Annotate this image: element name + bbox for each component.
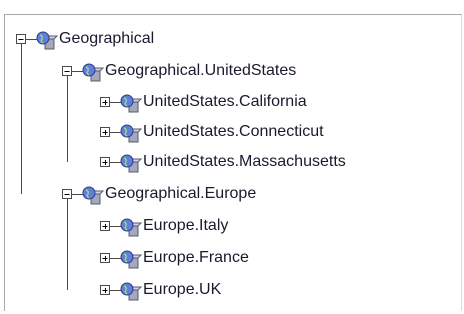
tree-node-label[interactable]: Geographical.Europe [105, 184, 256, 204]
hierarchy-tree[interactable]: Geographical Geographical.UnitedStates Uni… [0, 0, 464, 314]
expand-toggle[interactable] [100, 221, 110, 231]
expand-toggle[interactable] [100, 253, 110, 263]
expand-toggle[interactable] [100, 97, 110, 107]
collapse-toggle[interactable] [62, 189, 72, 199]
expand-toggle[interactable] [100, 285, 110, 295]
expand-toggle[interactable] [100, 127, 110, 137]
expand-toggle[interactable] [100, 157, 110, 167]
globe-folder-icon [120, 124, 143, 143]
tree-node-label[interactable]: Geographical [59, 29, 154, 49]
tree-node-label[interactable]: UnitedStates.Connecticut [143, 122, 324, 142]
tree-node-label[interactable]: Europe.Italy [143, 216, 228, 236]
tree-node-label[interactable]: Europe.UK [143, 280, 221, 300]
globe-folder-icon [120, 218, 143, 237]
globe-folder-icon [82, 186, 105, 205]
tree-node-label[interactable]: UnitedStates.Massachusetts [143, 152, 346, 172]
globe-folder-icon [120, 250, 143, 269]
collapse-toggle[interactable] [16, 34, 26, 44]
tree-node-label[interactable]: Geographical.UnitedStates [105, 61, 296, 81]
globe-folder-icon [120, 94, 143, 113]
tree-node-label[interactable]: UnitedStates.California [143, 92, 307, 112]
globe-folder-icon [36, 31, 59, 50]
globe-folder-icon [120, 154, 143, 173]
globe-folder-icon [120, 282, 143, 301]
globe-folder-icon [82, 63, 105, 82]
collapse-toggle[interactable] [62, 66, 72, 76]
tree-node-label[interactable]: Europe.France [143, 248, 249, 268]
